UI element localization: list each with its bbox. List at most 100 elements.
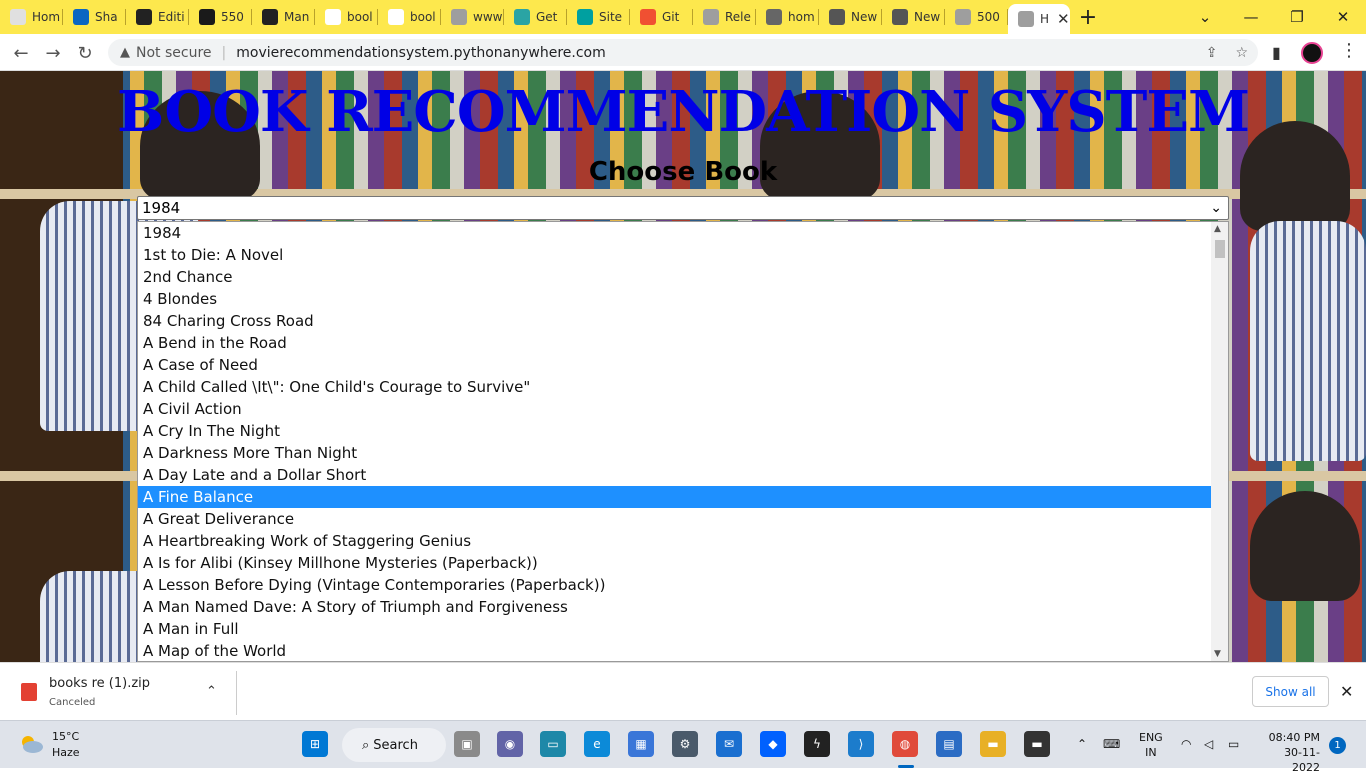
scroll-up-icon[interactable]: ▲	[1214, 224, 1221, 234]
book-select[interactable]: 1984 ⌄	[137, 196, 1229, 220]
volume-icon[interactable]: ◁	[1204, 737, 1213, 751]
book-option[interactable]: A Man in Full	[138, 618, 1212, 640]
mail-icon[interactable]: ✉	[716, 731, 742, 757]
windows-start-icon[interactable]: ⊞	[302, 731, 328, 757]
browser-tab[interactable]: Site	[567, 0, 630, 34]
browser-tab[interactable]: bool	[315, 0, 378, 34]
task-view-icon[interactable]: ▣	[454, 731, 480, 757]
book-option[interactable]: A Is for Alibi (Kinsey Millhone Mysterie…	[138, 552, 1212, 574]
book-dropdown-list[interactable]: 1984 1st to Die: A Novel 2nd Chance 4 Blond…	[137, 221, 1229, 662]
dropbox-icon[interactable]: ◆	[760, 731, 786, 757]
book-option[interactable]: A Child Called \It\": One Child's Courag…	[138, 376, 1212, 398]
notification-badge[interactable]: 1	[1329, 737, 1346, 754]
chevron-down-icon[interactable]: ⌄	[1210, 200, 1222, 216]
download-file-name[interactable]: books re (1).zip	[49, 676, 150, 691]
browser-tab[interactable]: www	[441, 0, 504, 34]
keyboard-icon[interactable]: ⌨	[1103, 737, 1120, 751]
browser-tab[interactable]: Man	[252, 0, 315, 34]
scrollbar[interactable]: ▲ ▼	[1211, 222, 1228, 661]
browser-tab[interactable]: 550	[189, 0, 252, 34]
store-icon[interactable]: ▦	[628, 731, 654, 757]
book-option[interactable]: A Case of Need	[138, 354, 1212, 376]
browser-tab[interactable]: Editi	[126, 0, 189, 34]
close-download-bar-icon[interactable]: ✕	[1340, 682, 1353, 701]
notepad-icon[interactable]: ▤	[936, 731, 962, 757]
chrome-icon[interactable]: ◍	[892, 731, 918, 757]
menu-dots-icon[interactable]: ⋮	[1340, 40, 1358, 61]
book-option[interactable]: A Great Deliverance	[138, 508, 1212, 530]
vscode-icon[interactable]: ⟩	[848, 731, 874, 757]
browser-tab[interactable]: Rele	[693, 0, 756, 34]
tab-label: bool	[347, 10, 373, 24]
tab-label: hom	[788, 10, 815, 24]
tab-label: www	[473, 10, 503, 24]
book-option[interactable]: A Fine Balance	[138, 486, 1212, 508]
terminal-icon[interactable]: ▬	[1024, 731, 1050, 757]
browser-tab[interactable]: hom	[756, 0, 819, 34]
browser-tab[interactable]: Git	[630, 0, 693, 34]
book-option[interactable]: 1st to Die: A Novel	[138, 244, 1212, 266]
wifi-icon[interactable]: ◠	[1181, 737, 1191, 751]
warning-icon[interactable]: ▲	[120, 45, 130, 60]
book-option[interactable]: 2nd Chance	[138, 266, 1212, 288]
photo-child-body	[1250, 221, 1366, 461]
show-hidden-icons-icon[interactable]: ⌃	[1077, 737, 1087, 751]
reload-button[interactable]: ↻	[72, 40, 98, 66]
browser-tab[interactable]: Get	[504, 0, 567, 34]
clock[interactable]: 08:40 PM 30-11-2022	[1260, 730, 1320, 775]
book-option[interactable]: 4 Blondes	[138, 288, 1212, 310]
browser-tab[interactable]: 500	[945, 0, 1008, 34]
book-option[interactable]: 1984	[138, 222, 1212, 244]
book-option[interactable]: A Civil Action	[138, 398, 1212, 420]
app-icon[interactable]: ϟ	[804, 731, 830, 757]
settings-gear-icon[interactable]: ⚙	[672, 731, 698, 757]
browser-tab[interactable]: Hom	[0, 0, 63, 34]
book-option[interactable]: A Lesson Before Dying (Vintage Contempor…	[138, 574, 1212, 596]
profile-avatar[interactable]	[1301, 42, 1323, 64]
desktop-icon[interactable]: ▭	[540, 731, 566, 757]
browser-tab[interactable]: New	[819, 0, 882, 34]
browser-tab[interactable]: Sha	[63, 0, 126, 34]
edge-icon[interactable]: e	[584, 731, 610, 757]
minimize-button[interactable]: —	[1228, 0, 1274, 34]
teams-chat-icon[interactable]: ◉	[497, 731, 523, 757]
file-explorer-icon[interactable]: ▬	[980, 731, 1006, 757]
side-panel-icon[interactable]: ▮	[1272, 43, 1281, 62]
address-bar[interactable]: ▲ Not secure | movierecommendationsystem…	[108, 39, 1258, 66]
book-option[interactable]: 84 Charing Cross Road	[138, 310, 1212, 332]
chevron-up-icon[interactable]: ⌃	[206, 684, 217, 699]
show-all-button[interactable]: Show all	[1252, 676, 1329, 707]
language-indicator[interactable]: ENG IN	[1139, 730, 1163, 760]
scroll-down-icon[interactable]: ▼	[1214, 649, 1221, 659]
book-option[interactable]: A Day Late and a Dollar Short	[138, 464, 1212, 486]
forward-button[interactable]: →	[40, 40, 66, 66]
back-button[interactable]: ←	[8, 40, 34, 66]
site-icon	[514, 9, 530, 25]
share-icon[interactable]: ⇪	[1206, 45, 1218, 61]
book-option[interactable]: A Man Named Dave: A Story of Triumph and…	[138, 596, 1212, 618]
taskbar-search[interactable]: ⌕ Search	[342, 728, 446, 762]
url-text[interactable]: movierecommendationsystem.pythonanywhere…	[236, 45, 605, 61]
book-option[interactable]: A Bend in the Road	[138, 332, 1212, 354]
weather-temp[interactable]: 15°C	[52, 730, 79, 743]
book-option[interactable]: A Darkness More Than Night	[138, 442, 1212, 464]
active-browser-tab[interactable]: H ✕	[1008, 4, 1070, 34]
book-option[interactable]: A Heartbreaking Work of Staggering Geniu…	[138, 530, 1212, 552]
close-tab-icon[interactable]: ✕	[1057, 10, 1070, 28]
close-window-button[interactable]: ✕	[1320, 0, 1366, 34]
weather-haze-icon[interactable]	[18, 733, 44, 755]
browser-tab[interactable]: New	[882, 0, 945, 34]
zip-file-icon	[21, 683, 37, 701]
book-option[interactable]: A Map of the World	[138, 640, 1212, 661]
new-tab-button[interactable]: +	[1070, 5, 1106, 30]
tab-label: Man	[284, 10, 310, 24]
maximize-button[interactable]: ❐	[1274, 0, 1320, 34]
weather-desc[interactable]: Haze	[52, 746, 80, 759]
security-label[interactable]: Not secure	[136, 45, 212, 61]
tab-search-icon[interactable]: ⌄	[1182, 0, 1228, 34]
book-option[interactable]: A Cry In The Night	[138, 420, 1212, 442]
bookmark-star-icon[interactable]: ☆	[1235, 45, 1248, 61]
browser-tab[interactable]: bool	[378, 0, 441, 34]
battery-icon[interactable]: ▭	[1228, 737, 1239, 751]
scroll-thumb[interactable]	[1215, 240, 1225, 258]
